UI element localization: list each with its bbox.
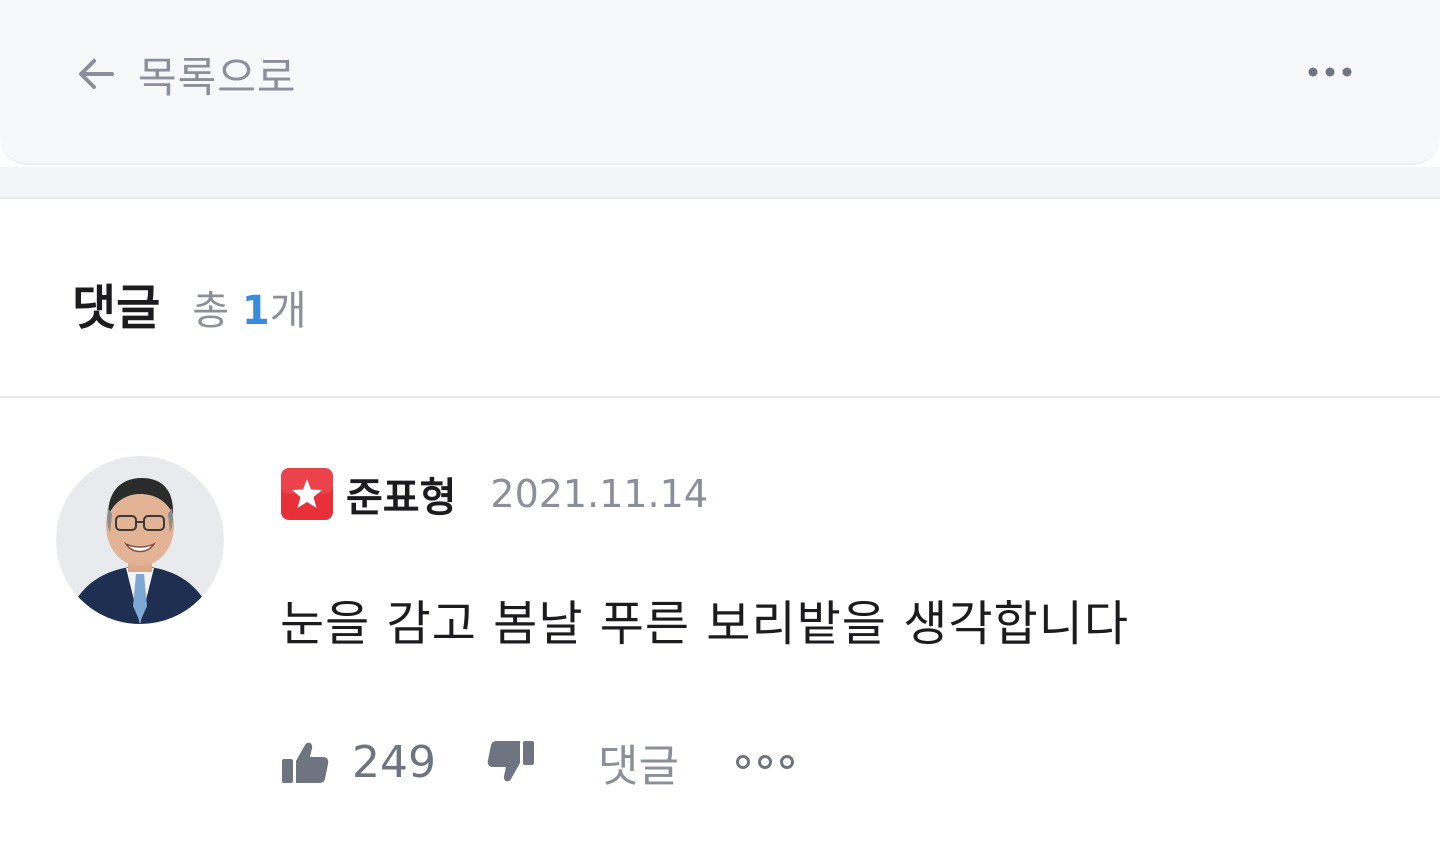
comments-header: 댓글 총 1개 [72, 268, 307, 338]
arrow-left-icon [79, 59, 114, 89]
more-horizontal-icon [1308, 67, 1352, 77]
comments-count-suffix: 개 [269, 288, 307, 334]
avatar[interactable] [56, 456, 224, 624]
comments-count: 총 1개 [192, 278, 306, 336]
section-separator-band [0, 167, 1440, 199]
comments-count-prefix: 총 [192, 288, 230, 334]
comment-more-button[interactable] [735, 752, 795, 772]
comment-author-row: 준표형 2021.11.14 [280, 466, 708, 522]
comments-divider [0, 396, 1440, 398]
reply-button[interactable]: 댓글 [598, 730, 679, 794]
thumbs-up-icon [282, 742, 329, 783]
like-button[interactable]: 249 [280, 737, 436, 788]
dislike-button[interactable] [486, 737, 536, 787]
comment-body: 눈을 감고 봄날 푸른 보리밭을 생각합니다 [280, 596, 1130, 652]
comment-date: 2021.11.14 [490, 472, 708, 516]
like-count: 249 [352, 736, 436, 788]
comments-count-number: 1 [241, 288, 270, 334]
thumbs-down-icon [487, 741, 534, 782]
top-nav-bar: 목록으로 [0, 0, 1440, 165]
comments-title: 댓글 [72, 280, 161, 336]
back-button-label: 목록으로 [138, 52, 297, 102]
page-more-button[interactable] [1300, 52, 1360, 92]
avatar-image [56, 456, 224, 624]
star-badge-icon [281, 468, 333, 520]
comment-actions: 249 댓글 [280, 732, 795, 792]
comment-author-name[interactable]: 준표형 [346, 465, 456, 523]
more-horizontal-icon [735, 755, 794, 769]
back-to-list-button[interactable]: 목록으로 [72, 46, 297, 102]
